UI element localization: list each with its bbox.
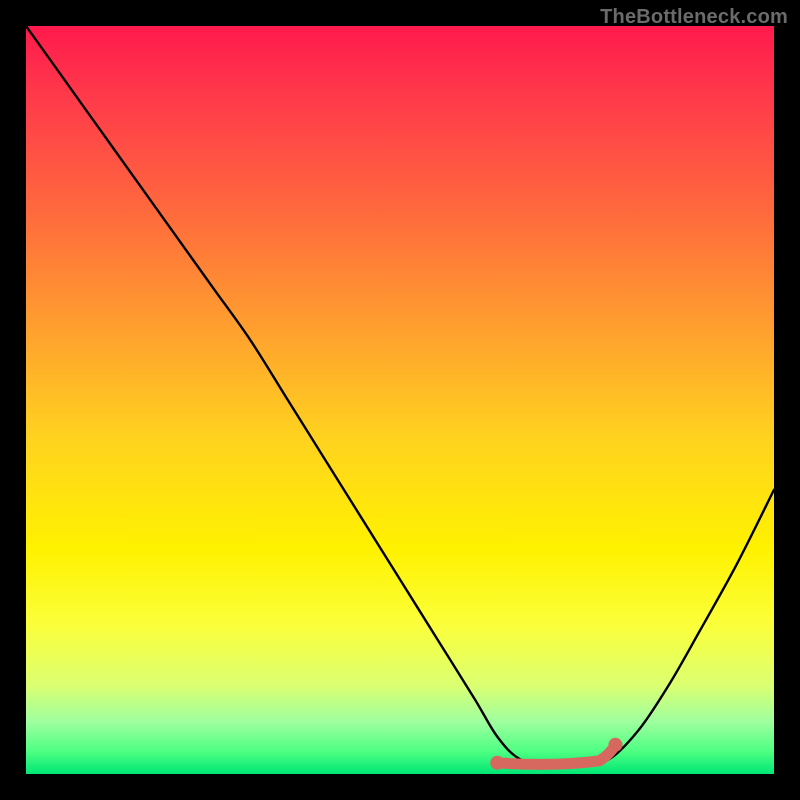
flat-region-dot-left — [490, 756, 504, 770]
plot-area — [26, 26, 774, 774]
bottleneck-curve — [26, 26, 774, 767]
chart-frame: TheBottleneck.com — [0, 0, 800, 800]
attribution-text: TheBottleneck.com — [600, 6, 788, 29]
flat-region-dot-right — [608, 738, 622, 752]
curve-svg — [26, 26, 774, 774]
